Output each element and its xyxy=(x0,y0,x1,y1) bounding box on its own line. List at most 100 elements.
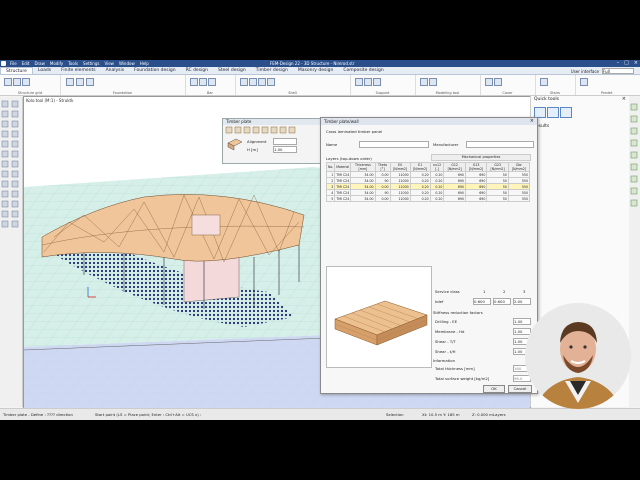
ribbon-group-label: Structure grid xyxy=(17,91,43,95)
mirror-icon xyxy=(1,130,9,138)
point-support-icon[interactable] xyxy=(355,78,363,86)
close-button[interactable]: × xyxy=(634,60,638,66)
offset-input[interactable]: 1.00 xyxy=(273,146,297,153)
status-mode[interactable]: Selection xyxy=(386,412,404,417)
zoom-icon xyxy=(1,110,9,118)
table-cell[interactable]: 5 xyxy=(325,195,336,202)
arc-icon xyxy=(11,160,19,168)
profiled-plate-icon[interactable] xyxy=(258,78,266,86)
menu-window[interactable]: Window xyxy=(119,61,135,66)
join-icon xyxy=(11,150,19,158)
manufacturer-label: Manufacturer xyxy=(433,142,459,147)
grid-icon[interactable] xyxy=(4,78,12,86)
results-icon[interactable] xyxy=(547,107,559,118)
table-cell[interactable]: 50 xyxy=(486,195,509,202)
column-icon[interactable] xyxy=(199,78,207,86)
predefined-object-icon[interactable] xyxy=(580,78,588,86)
kdef-1-input[interactable]: 0.600 xyxy=(473,298,491,305)
foundation-slab-icon[interactable] xyxy=(86,78,94,86)
rotate-icon xyxy=(11,110,19,118)
connection-icon[interactable] xyxy=(429,78,437,86)
table-cell[interactable]: 34.00 xyxy=(350,195,376,202)
menu-edit[interactable]: Edit xyxy=(22,61,30,66)
alignment-dropdown[interactable] xyxy=(273,138,297,145)
layers-label: Layers (top-down order) xyxy=(326,156,372,161)
service-class-2: 2 xyxy=(503,289,506,294)
cover-icon[interactable] xyxy=(485,78,493,86)
close-icon[interactable]: × xyxy=(622,96,626,102)
stiffness-drilling-input[interactable]: 1.00 xyxy=(513,318,531,325)
ribbon-group-label: Support xyxy=(375,91,390,95)
menu-file[interactable]: File xyxy=(10,61,17,66)
tab-masonry-design[interactable]: Masonry design xyxy=(293,67,338,74)
table-cell[interactable]: 690 xyxy=(464,195,488,202)
tab-rc-design[interactable]: RC design xyxy=(181,67,213,74)
right-tool-icons xyxy=(630,103,638,207)
wall-foundation-icon[interactable] xyxy=(76,78,84,86)
stairs-icon[interactable] xyxy=(540,78,548,86)
table-row[interactable]: 5 TMI C24 34.00 0.00 11000 0.20 0.20 690 690 50 55… xyxy=(325,195,531,202)
table-cell[interactable]: 0.20 xyxy=(409,195,431,202)
ribbon-group-label: Stairs xyxy=(550,91,560,95)
menu-help[interactable]: Help xyxy=(140,61,149,66)
total-weight-label: Total surface weight [kg/m2] xyxy=(435,376,490,381)
tab-composite-design[interactable]: Composite design xyxy=(338,67,388,74)
kdef-2-input[interactable]: 0.600 xyxy=(493,298,511,305)
beam-icon[interactable] xyxy=(190,78,198,86)
column-header: G12 [N/mm2] xyxy=(443,162,466,172)
timber-panel-icon[interactable] xyxy=(267,78,275,86)
ok-button[interactable]: OK xyxy=(483,385,505,393)
name-field[interactable] xyxy=(359,141,429,148)
name-label: Name xyxy=(326,142,338,147)
fictitious-bar-icon[interactable] xyxy=(420,78,428,86)
tab-steel-design[interactable]: Steel design xyxy=(213,67,251,74)
tab-timber-design[interactable]: Timber design xyxy=(251,67,293,74)
table-cell[interactable]: 11000 xyxy=(389,195,411,202)
cancel-button[interactable]: Cancel xyxy=(508,385,532,393)
status-bar: Timber plate - Define : ???? direction S… xyxy=(0,408,640,420)
column-header: Gbr [N/mm2] xyxy=(507,162,531,172)
stiffness-membrane-input[interactable]: 1.00 xyxy=(513,328,531,335)
wall-icon[interactable] xyxy=(249,78,257,86)
menu-draw[interactable]: Draw xyxy=(34,61,44,66)
dialog-close-icon[interactable]: × xyxy=(530,118,534,124)
tab-structure[interactable]: Structure xyxy=(0,67,33,74)
maximize-button[interactable]: □ xyxy=(624,60,629,66)
tab-loads[interactable]: Loads xyxy=(33,67,56,74)
stiffness-label: Stiffness reduction factors xyxy=(433,310,483,315)
manufacturer-dropdown[interactable] xyxy=(466,141,534,148)
plate-icon[interactable] xyxy=(240,78,248,86)
menu-modify[interactable]: Modify xyxy=(50,61,63,66)
left-toolbar xyxy=(0,97,23,407)
status-layers[interactable]: Layers xyxy=(493,412,506,417)
properties-icon xyxy=(11,180,19,188)
table-cell[interactable]: 0.00 xyxy=(374,195,391,202)
menu-tools[interactable]: Tools xyxy=(68,61,78,66)
surface-support-icon[interactable] xyxy=(373,78,381,86)
dialog-title: Timber plate/wall xyxy=(321,118,537,125)
presenter-webcam xyxy=(525,303,631,409)
menu-settings[interactable]: Settings xyxy=(83,61,99,66)
isolated-foundation-icon[interactable] xyxy=(66,78,74,86)
ribbon-tabs: Structure Loads Finite elements Analysis… xyxy=(0,67,640,75)
line-support-icon[interactable] xyxy=(364,78,372,86)
ribbon-group-label: Bar xyxy=(207,91,213,95)
user-interface-dropdown[interactable]: Full xyxy=(602,68,634,74)
tab-foundation-design[interactable]: Foundation design xyxy=(129,67,180,74)
pan-icon xyxy=(11,100,19,108)
kdef-3-input[interactable]: 2.00 xyxy=(513,298,531,305)
chart-icon[interactable] xyxy=(560,107,572,118)
tab-finite-elements[interactable]: Finite elements xyxy=(56,67,100,74)
axis-icon[interactable] xyxy=(22,78,30,86)
table-cell[interactable]: 550 xyxy=(507,195,531,202)
minimize-button[interactable]: – xyxy=(617,60,620,66)
title-bar: File Edit Draw Modify Tools Settings Vie… xyxy=(0,60,640,67)
table-cell[interactable]: 0.20 xyxy=(429,195,445,202)
menu-view[interactable]: View xyxy=(104,61,114,66)
tab-analysis[interactable]: Analysis xyxy=(101,67,130,74)
cover-load-icon[interactable] xyxy=(494,78,502,86)
storey-icon[interactable] xyxy=(13,78,21,86)
truss-icon[interactable] xyxy=(208,78,216,86)
table-cell[interactable]: 690 xyxy=(443,195,466,202)
table-cell[interactable]: TMI C24 xyxy=(334,195,352,202)
